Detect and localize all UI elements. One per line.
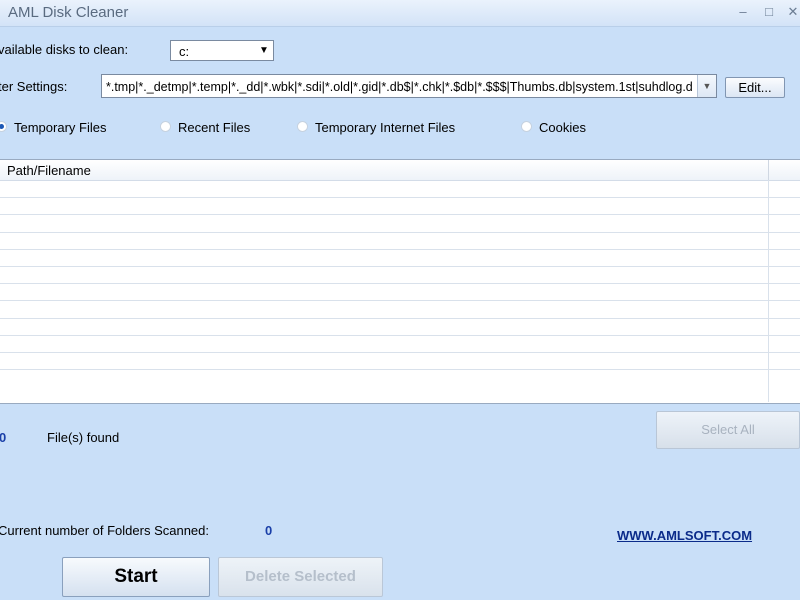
disk-select[interactable]: c: ▼: [170, 40, 274, 61]
list-header: Path/Filename: [0, 160, 800, 181]
radio-icon[interactable]: [521, 121, 532, 132]
start-button[interactable]: Start: [62, 557, 210, 597]
column-gridline: [768, 180, 769, 402]
table-row-line: [0, 334, 800, 336]
window-title: AML Disk Cleaner: [8, 4, 129, 21]
maximize-button[interactable]: □: [758, 3, 780, 21]
filter-label: ter Settings:: [0, 79, 68, 94]
column-path-filename[interactable]: Path/Filename: [7, 163, 91, 178]
radio-label: Temporary Internet Files: [315, 120, 456, 135]
files-found-label: File(s) found: [47, 430, 120, 445]
radio-label: Cookies: [539, 120, 586, 135]
radio-selected-icon[interactable]: [0, 121, 7, 132]
radio-icon[interactable]: [297, 121, 308, 132]
table-row-line: [0, 352, 800, 353]
files-list[interactable]: Path/Filename: [0, 159, 800, 404]
filter-value[interactable]: *.tmp|*._detmp|*.temp|*._dd|*.wbk|*.sdi|…: [106, 80, 696, 94]
title-bar: AML Disk Cleaner – □ ✕: [0, 0, 800, 27]
table-row-line: [0, 369, 800, 371]
folders-scanned-count: 0: [265, 523, 273, 538]
table-row-line: [0, 317, 800, 319]
table-row-line: [0, 231, 800, 233]
table-row-line: [0, 248, 800, 250]
radio-label: Recent Files: [178, 120, 251, 135]
files-found-count: 0: [0, 430, 7, 445]
table-row-line: [0, 214, 800, 216]
table-row-line: [0, 283, 800, 285]
edit-button[interactable]: Edit...: [725, 77, 785, 98]
chevron-down-icon[interactable]: ▼: [697, 75, 716, 97]
table-row-line: [0, 266, 800, 267]
minimize-button[interactable]: –: [732, 3, 754, 21]
list-rows: [0, 180, 800, 402]
chevron-down-icon[interactable]: ▼: [256, 42, 272, 59]
select-all-button[interactable]: Select All: [656, 411, 800, 449]
disk-select-value: c:: [179, 44, 190, 59]
column-separator[interactable]: [768, 160, 769, 180]
radio-label: Temporary Files: [14, 120, 107, 135]
close-button[interactable]: ✕: [782, 3, 800, 21]
table-row-line: [0, 197, 800, 199]
app-window: AML Disk Cleaner – □ ✕ vailable disks to…: [0, 0, 800, 600]
website-link[interactable]: WWW.AMLSOFT.COM: [617, 528, 752, 543]
table-row-line: [0, 300, 800, 302]
filter-combo[interactable]: *.tmp|*._detmp|*.temp|*._dd|*.wbk|*.sdi|…: [101, 74, 717, 98]
disks-label: vailable disks to clean:: [0, 42, 129, 57]
delete-selected-button[interactable]: Delete Selected: [218, 557, 383, 597]
radio-icon[interactable]: [160, 121, 171, 132]
folders-scanned-label: Current number of Folders Scanned:: [0, 523, 209, 538]
